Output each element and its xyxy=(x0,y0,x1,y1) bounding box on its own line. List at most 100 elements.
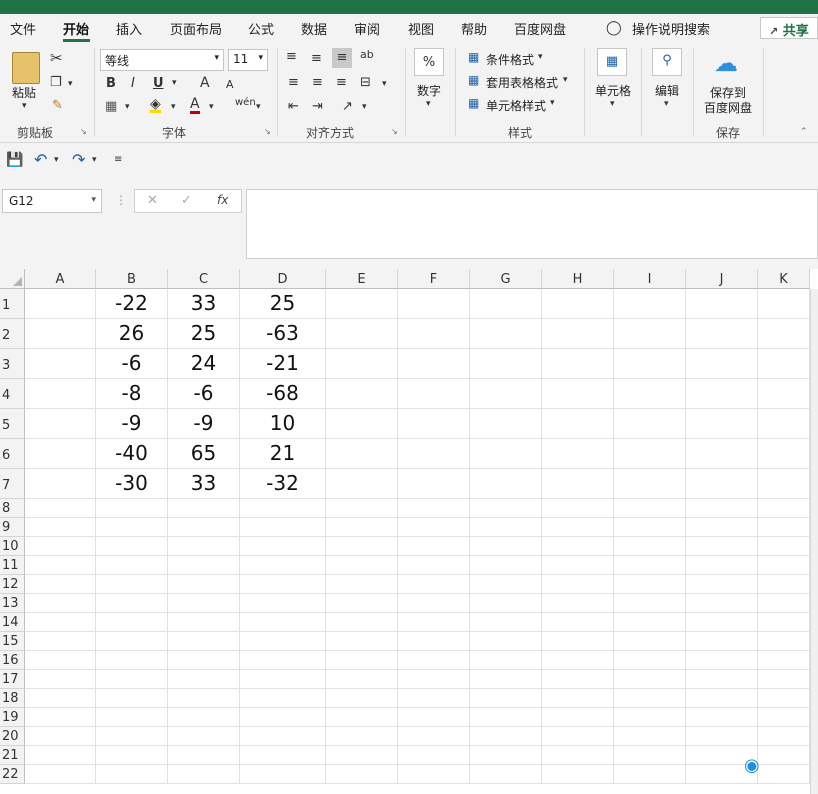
row-header-14[interactable]: 14 xyxy=(0,613,25,632)
cell-j20[interactable] xyxy=(686,727,758,746)
cell-e20[interactable] xyxy=(326,727,398,746)
cell-a8[interactable] xyxy=(25,499,96,518)
cell-g11[interactable] xyxy=(470,556,542,575)
cell-a9[interactable] xyxy=(25,518,96,537)
cell-j19[interactable] xyxy=(686,708,758,727)
cell-h21[interactable] xyxy=(542,746,614,765)
cell-k1[interactable] xyxy=(758,289,810,319)
chevron-down-icon[interactable]: ▾ xyxy=(22,102,27,111)
cell-h10[interactable] xyxy=(542,537,614,556)
cell-c10[interactable] xyxy=(168,537,240,556)
row-header-6[interactable]: 6 xyxy=(0,439,25,469)
cell-a5[interactable] xyxy=(25,409,96,439)
cell-f1[interactable] xyxy=(398,289,470,319)
cell-k13[interactable] xyxy=(758,594,810,613)
cell-j18[interactable] xyxy=(686,689,758,708)
decrease-indent-icon[interactable]: ⇤ xyxy=(288,100,299,113)
dialog-launcher-icon[interactable]: ↘ xyxy=(264,128,271,136)
cell-k10[interactable] xyxy=(758,537,810,556)
cell-i2[interactable] xyxy=(614,319,686,349)
cell-h15[interactable] xyxy=(542,632,614,651)
cell-k15[interactable] xyxy=(758,632,810,651)
cell-b1[interactable]: -22 xyxy=(96,289,168,319)
cell-d9[interactable] xyxy=(240,518,326,537)
cell-a16[interactable] xyxy=(25,651,96,670)
cell-b15[interactable] xyxy=(96,632,168,651)
cell-a4[interactable] xyxy=(25,379,96,409)
chevron-down-icon[interactable]: ▾ xyxy=(664,100,669,109)
save-icon[interactable]: 💾 xyxy=(6,153,23,167)
row-header-11[interactable]: 11 xyxy=(0,556,25,575)
cell-a22[interactable] xyxy=(25,765,96,784)
select-all-corner[interactable] xyxy=(0,269,25,289)
cell-g5[interactable] xyxy=(470,409,542,439)
cell-d13[interactable] xyxy=(240,594,326,613)
cells-icon[interactable]: ▦ xyxy=(597,48,627,76)
chevron-down-icon[interactable]: ▾ xyxy=(538,53,543,62)
format-as-table-button[interactable]: 套用表格格式 xyxy=(486,74,558,91)
cell-h1[interactable] xyxy=(542,289,614,319)
cell-f17[interactable] xyxy=(398,670,470,689)
chevron-down-icon[interactable]: ▾ xyxy=(550,99,555,108)
cell-d8[interactable] xyxy=(240,499,326,518)
cell-k2[interactable] xyxy=(758,319,810,349)
baidu-disk-label[interactable]: 百度网盘 xyxy=(704,99,752,116)
row-header-19[interactable]: 19 xyxy=(0,708,25,727)
cell-i20[interactable] xyxy=(614,727,686,746)
cell-c7[interactable]: 33 xyxy=(168,469,240,499)
cell-c14[interactable] xyxy=(168,613,240,632)
cell-b3[interactable]: -6 xyxy=(96,349,168,379)
cell-styles-button[interactable]: 单元格样式 xyxy=(486,97,546,114)
row-header-2[interactable]: 2 xyxy=(0,319,25,349)
cell-g1[interactable] xyxy=(470,289,542,319)
cell-c9[interactable] xyxy=(168,518,240,537)
underline-dropdown-icon[interactable]: ▾ xyxy=(172,79,177,88)
cell-a18[interactable] xyxy=(25,689,96,708)
row-header-10[interactable]: 10 xyxy=(0,537,25,556)
cell-i7[interactable] xyxy=(614,469,686,499)
tab-home[interactable]: 开始 xyxy=(63,19,89,38)
cell-k4[interactable] xyxy=(758,379,810,409)
copy-dropdown-icon[interactable]: ▾ xyxy=(68,80,73,89)
cell-f18[interactable] xyxy=(398,689,470,708)
cell-f16[interactable] xyxy=(398,651,470,670)
cell-i9[interactable] xyxy=(614,518,686,537)
cell-i4[interactable] xyxy=(614,379,686,409)
cell-i13[interactable] xyxy=(614,594,686,613)
cell-j15[interactable] xyxy=(686,632,758,651)
undo-dropdown-icon[interactable]: ▾ xyxy=(54,156,59,165)
cell-j12[interactable] xyxy=(686,575,758,594)
cell-e6[interactable] xyxy=(326,439,398,469)
cell-j1[interactable] xyxy=(686,289,758,319)
cancel-icon[interactable]: ✕ xyxy=(147,194,158,207)
cell-a19[interactable] xyxy=(25,708,96,727)
cell-e5[interactable] xyxy=(326,409,398,439)
cell-g16[interactable] xyxy=(470,651,542,670)
cell-f19[interactable] xyxy=(398,708,470,727)
cell-f9[interactable] xyxy=(398,518,470,537)
cell-j7[interactable] xyxy=(686,469,758,499)
cell-c3[interactable]: 24 xyxy=(168,349,240,379)
cell-k7[interactable] xyxy=(758,469,810,499)
cell-c22[interactable] xyxy=(168,765,240,784)
cell-h16[interactable] xyxy=(542,651,614,670)
cell-b22[interactable] xyxy=(96,765,168,784)
cell-g12[interactable] xyxy=(470,575,542,594)
column-header-d[interactable]: D xyxy=(240,269,326,289)
cell-b6[interactable]: -40 xyxy=(96,439,168,469)
cut-icon[interactable]: ✂ xyxy=(50,51,63,66)
cell-d4[interactable]: -68 xyxy=(240,379,326,409)
tab-view[interactable]: 视图 xyxy=(408,19,434,38)
cell-e15[interactable] xyxy=(326,632,398,651)
cell-c1[interactable]: 33 xyxy=(168,289,240,319)
cell-b12[interactable] xyxy=(96,575,168,594)
cell-d15[interactable] xyxy=(240,632,326,651)
cell-f5[interactable] xyxy=(398,409,470,439)
cell-e21[interactable] xyxy=(326,746,398,765)
cell-c16[interactable] xyxy=(168,651,240,670)
row-header-17[interactable]: 17 xyxy=(0,670,25,689)
format-painter-icon[interactable]: ✎ xyxy=(52,99,63,112)
cell-b5[interactable]: -9 xyxy=(96,409,168,439)
cell-e12[interactable] xyxy=(326,575,398,594)
cell-a3[interactable] xyxy=(25,349,96,379)
